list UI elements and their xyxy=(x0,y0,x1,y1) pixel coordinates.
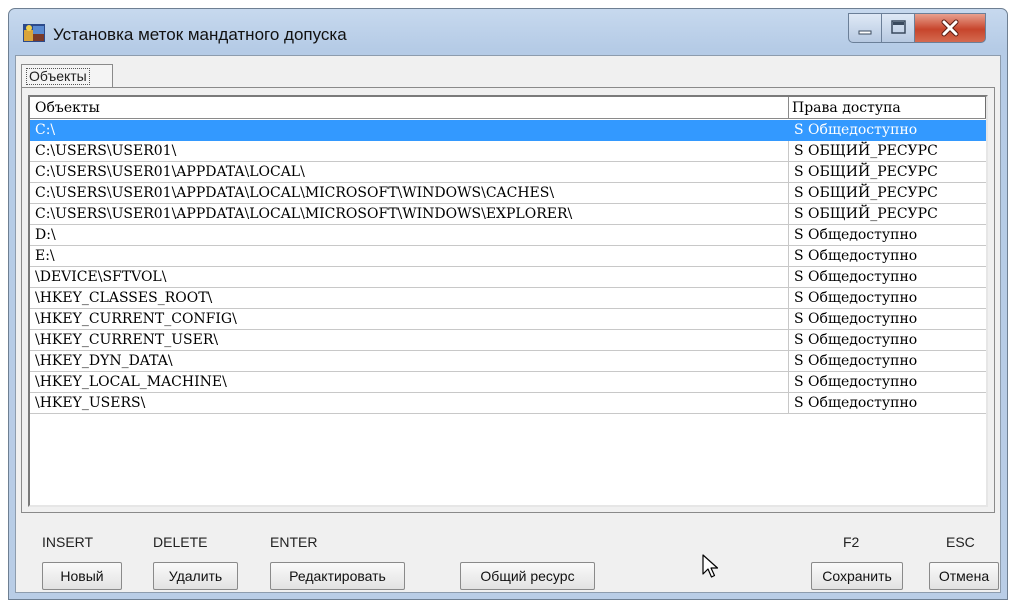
maximize-icon xyxy=(891,20,906,34)
cell-object: \DEVICE\SFTVOL\ xyxy=(30,267,789,288)
cell-rights: S Общедоступно xyxy=(789,351,986,372)
cell-rights: S Общедоступно xyxy=(789,267,986,288)
window-title: Установка меток мандатного допуска xyxy=(53,25,347,44)
column-header-objects[interactable]: Объекты xyxy=(30,97,789,119)
cell-object: \HKEY_CLASSES_ROOT\ xyxy=(30,288,789,309)
table-row[interactable]: \HKEY_CURRENT_CONFIG\ S Общедоступно xyxy=(30,309,986,330)
cell-rights: S ОБЩИЙ_РЕСУРС xyxy=(789,204,986,225)
table-row[interactable]: E:\ S Общедоступно xyxy=(30,246,986,267)
cell-object: C:\ xyxy=(30,120,789,141)
cell-rights: S Общедоступно xyxy=(789,288,986,309)
tab-objects[interactable]: Объекты xyxy=(21,64,113,88)
cancel-button[interactable]: Отмена xyxy=(929,562,999,590)
hotkey-insert: INSERT xyxy=(42,534,94,550)
table-row[interactable]: \HKEY_DYN_DATA\ S Общедоступно xyxy=(30,351,986,372)
table-row[interactable]: C:\USERS\USER01\APPDATA\LOCAL\MICROSOFT\… xyxy=(30,204,986,225)
list-header: Объекты Права доступа xyxy=(30,97,986,120)
shared-resource-button[interactable]: Общий ресурс xyxy=(460,562,595,590)
tab-panel: Объекты Права доступа C:\ S Общедоступно C… xyxy=(21,87,995,513)
cell-object: \HKEY_LOCAL_MACHINE\ xyxy=(30,372,789,393)
cell-object: \HKEY_DYN_DATA\ xyxy=(30,351,789,372)
mouse-pointer-icon xyxy=(702,554,719,578)
table-row[interactable]: C:\USERS\USER01\APPDATA\LOCAL\MICROSOFT\… xyxy=(30,183,986,204)
cell-rights: S Общедоступно xyxy=(789,372,986,393)
delete-button[interactable]: Удалить xyxy=(153,562,238,590)
close-button[interactable] xyxy=(914,13,986,43)
table-row[interactable]: \HKEY_CURRENT_USER\ S Общедоступно xyxy=(30,330,986,351)
table-row[interactable]: D:\ S Общедоступно xyxy=(30,225,986,246)
new-button[interactable]: Новый xyxy=(42,562,122,590)
minimize-icon xyxy=(858,30,872,35)
cell-rights: S ОБЩИЙ_РЕСУРС xyxy=(789,141,986,162)
cell-rights: S Общедоступно xyxy=(789,393,986,414)
hotkey-f2: F2 xyxy=(843,534,860,550)
tab-objects-label: Объекты xyxy=(26,68,90,85)
table-row[interactable]: C:\USERS\USER01\APPDATA\LOCAL\ S ОБЩИЙ_РЕ… xyxy=(30,162,986,183)
cell-object: \HKEY_USERS\ xyxy=(30,393,789,414)
column-header-rights[interactable]: Права доступа xyxy=(789,97,986,119)
cell-rights: S ОБЩИЙ_РЕСУРС xyxy=(789,183,986,204)
close-icon xyxy=(941,19,959,37)
maximize-button[interactable] xyxy=(881,13,915,43)
cell-object: C:\USERS\USER01\APPDATA\LOCAL\MICROSOFT\… xyxy=(30,204,789,225)
objects-list[interactable]: Объекты Права доступа C:\ S Общедоступно C… xyxy=(28,95,988,507)
table-row[interactable]: C:\ S Общедоступно xyxy=(30,120,986,141)
title-bar[interactable]: Установка меток мандатного допуска xyxy=(9,9,1007,55)
table-row[interactable]: \DEVICE\SFTVOL\ S Общедоступно xyxy=(30,267,986,288)
hotkey-esc: ESC xyxy=(946,534,975,550)
save-button[interactable]: Сохранить xyxy=(811,562,903,590)
table-row[interactable]: \HKEY_USERS\ S Общедоступно xyxy=(30,393,986,414)
hotkey-enter: ENTER xyxy=(270,534,318,550)
cell-rights: S Общедоступно xyxy=(789,330,986,351)
minimize-button[interactable] xyxy=(848,13,882,43)
cell-rights: S Общедоступно xyxy=(789,309,986,330)
cell-object: C:\USERS\USER01\APPDATA\LOCAL\MICROSOFT\… xyxy=(30,183,789,204)
main-window: Установка меток мандатного допуска Объек… xyxy=(8,8,1008,600)
app-icon xyxy=(23,24,45,42)
hotkey-delete: DELETE xyxy=(153,534,208,550)
cell-object: C:\USERS\USER01\APPDATA\LOCAL\ xyxy=(30,162,789,183)
cell-object: C:\USERS\USER01\ xyxy=(30,141,789,162)
cell-rights: S Общедоступно xyxy=(789,225,986,246)
edit-button[interactable]: Редактировать xyxy=(270,562,405,590)
cell-object: \HKEY_CURRENT_CONFIG\ xyxy=(30,309,789,330)
client-area: Объекты Объекты Права доступа C:\ S Общед… xyxy=(15,55,1001,593)
table-row[interactable]: \HKEY_CLASSES_ROOT\ S Общедоступно xyxy=(30,288,986,309)
cell-object: E:\ xyxy=(30,246,789,267)
table-row[interactable]: C:\USERS\USER01\ S ОБЩИЙ_РЕСУРС xyxy=(30,141,986,162)
cell-object: D:\ xyxy=(30,225,789,246)
cell-rights: S Общедоступно xyxy=(789,246,986,267)
cell-object: \HKEY_CURRENT_USER\ xyxy=(30,330,789,351)
table-row[interactable]: \HKEY_LOCAL_MACHINE\ S Общедоступно xyxy=(30,372,986,393)
cell-rights: S Общедоступно xyxy=(789,120,986,141)
cell-rights: S ОБЩИЙ_РЕСУРС xyxy=(789,162,986,183)
